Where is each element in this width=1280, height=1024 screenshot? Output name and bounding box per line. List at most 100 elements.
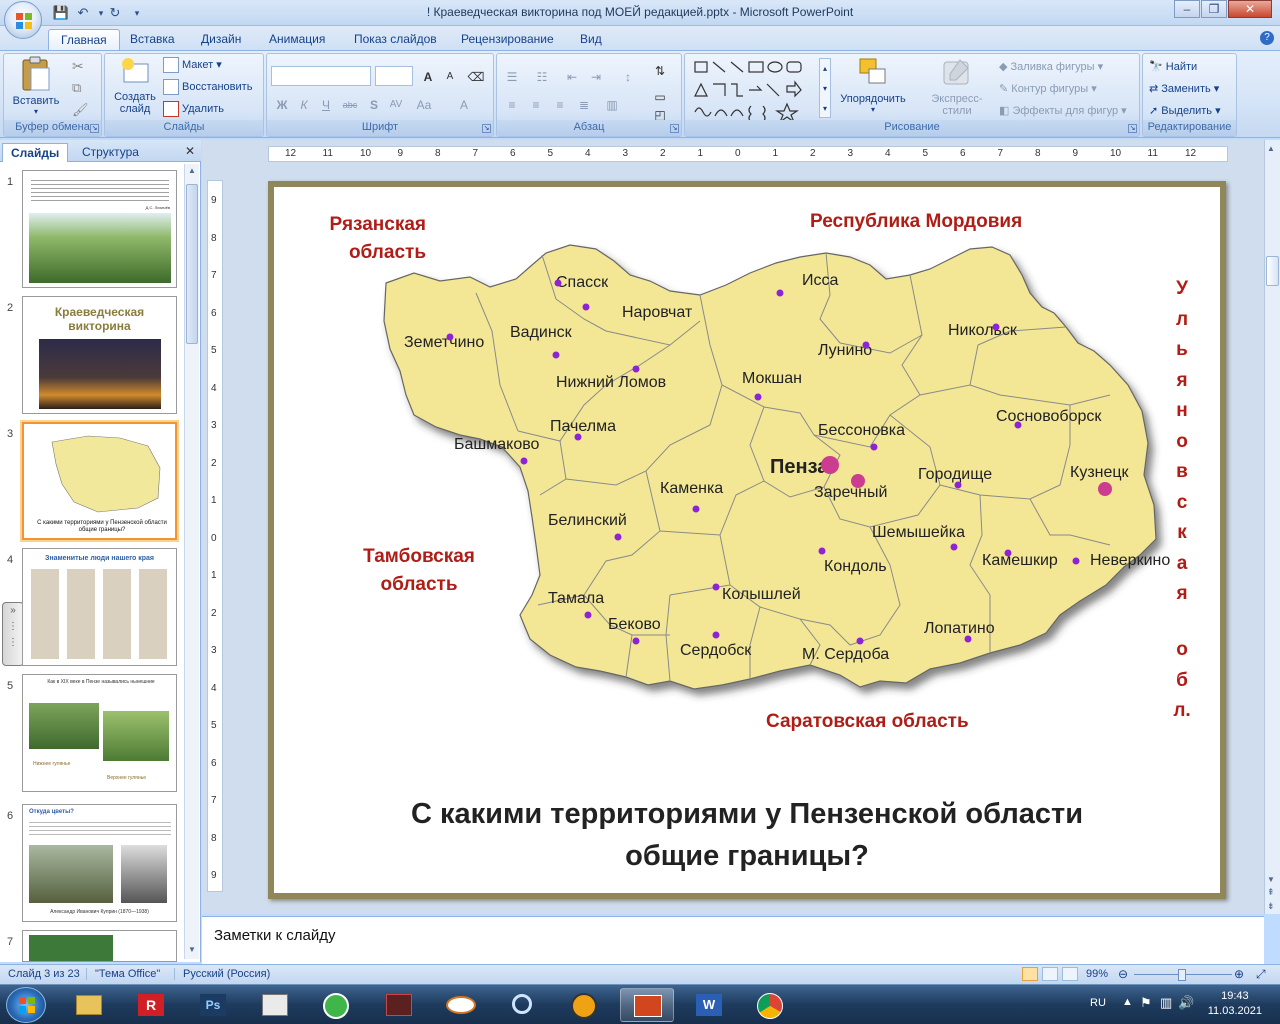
scroll-thumb[interactable] [186,184,198,344]
slide-sorter-icon[interactable] [1042,967,1058,981]
arrange-button[interactable]: Упорядочить ▾ [833,56,913,114]
slide-thumbnail-6[interactable]: Откуда цветы? Александр Иванович Куприн … [22,804,177,922]
columns-icon[interactable]: ▥ [601,94,623,114]
zoom-slider-thumb[interactable] [1178,969,1186,981]
find-button[interactable]: 🔭 Найти [1149,58,1197,77]
align-center-icon[interactable]: ≡ [525,94,547,114]
zoom-in-icon[interactable]: ⊕ [1234,967,1244,981]
slide-thumbnail-3[interactable]: С какими территориями у Пензенской облас… [22,422,177,540]
undo-icon[interactable]: ↶ [74,4,92,22]
bold-button[interactable]: Ж [271,94,293,114]
scroll-up-icon[interactable]: ▲ [1267,144,1275,153]
tab-view[interactable]: Вид [568,29,614,50]
zoom-out-icon[interactable]: ⊖ [1118,967,1128,981]
slide-scrollbar[interactable]: ▲ ▼ ⇞ ⇟ [1264,140,1280,914]
shape-fill-button[interactable]: ◆ Заливка фигуры ▾ [999,58,1103,77]
align-text-icon[interactable]: ▭ [649,86,671,106]
customize-toolbar-icon[interactable]: ▾ [128,4,146,22]
increase-indent-icon[interactable]: ⇥ [585,66,607,86]
thumbnails-scrollbar[interactable]: ▲ ▼ [184,164,199,959]
shapes-scroll[interactable]: ▴ ▾ ▾ [819,58,831,118]
tab-animation[interactable]: Анимация [257,29,337,50]
clipboard-launcher-icon[interactable]: ↘ [90,124,99,133]
language-indicator[interactable]: Русский (Россия) [174,968,270,980]
eye-taskbar-icon[interactable] [434,988,488,1022]
tab-design[interactable]: Дизайн [189,29,253,50]
close-button[interactable]: ✕ [1228,0,1272,18]
font-size-combo[interactable] [375,66,413,86]
new-slide-button[interactable]: Создать слайд [109,56,161,122]
explorer-taskbar-icon[interactable] [62,988,116,1022]
restore-button[interactable]: ❐ [1201,0,1227,18]
tab-slideshow[interactable]: Показ слайдов [342,29,449,50]
slide-thumbnail-4[interactable]: Знаменитые люди нашего края [22,548,177,666]
clear-format-icon[interactable]: ⌫ [465,66,487,86]
shapes-gallery-icon[interactable] [691,58,819,120]
font-launcher-icon[interactable]: ↘ [482,124,491,133]
cut-icon[interactable]: ✂ [72,58,84,75]
slide-canvas[interactable]: Рязанская область Республика Мордовия Та… [268,181,1226,899]
video-taskbar-icon[interactable] [372,988,426,1022]
office-button[interactable] [4,1,42,39]
tab-slides[interactable]: Слайды [2,143,69,162]
spacing-button[interactable]: AV [385,94,407,114]
strikethrough-button[interactable]: abc [339,94,361,114]
powerpoint-taskbar-icon[interactable] [620,988,674,1022]
normal-view-icon[interactable] [1022,967,1038,981]
clock[interactable]: 19:43 11.03.2021 [1208,989,1262,1019]
quick-styles-button[interactable]: Экспресс-стили [917,56,997,117]
help-icon[interactable]: ? [1260,31,1274,45]
line-spacing-icon[interactable]: ↕ [617,66,639,86]
start-button[interactable] [6,987,46,1023]
media-taskbar-icon[interactable] [310,988,364,1022]
justify-icon[interactable]: ≣ [573,94,595,114]
align-left-icon[interactable]: ≡ [501,94,523,114]
notes-placeholder[interactable]: Заметки к слайду [214,927,336,944]
scroll-down-icon[interactable]: ▼ [1267,875,1275,884]
numbering-icon[interactable]: ☷ [531,66,553,86]
volume-icon[interactable]: 🔊 [1178,995,1194,1011]
theme-name[interactable]: "Тема Office" [86,968,160,980]
slide-thumbnail-1[interactable]: Д.С. Лихачёв [22,170,177,288]
tray-flag-icon[interactable]: ⚑ [1140,995,1152,1011]
tab-review[interactable]: Рецензирование [449,29,566,50]
scroll-thumb[interactable] [1266,256,1279,286]
minimize-button[interactable]: – [1174,0,1200,18]
replace-button[interactable]: ⇄ Заменить ▾ [1149,80,1219,99]
photoshop-taskbar-icon[interactable]: Ps [186,988,240,1022]
slide-thumbnail-7[interactable] [22,930,177,962]
tab-home[interactable]: Главная [48,29,120,50]
tab-outline[interactable]: Структура [74,143,147,162]
format-painter-icon[interactable]: 🖌 [72,102,89,118]
change-case-button[interactable]: Aa [413,94,435,114]
search-app-taskbar-icon[interactable] [496,988,550,1022]
reset-button[interactable]: Восстановить [163,78,252,97]
shape-outline-button[interactable]: ✎ Контур фигуры ▾ [999,80,1097,99]
word-taskbar-icon[interactable]: W [682,988,736,1022]
previous-slide-icon[interactable]: ⇞ [1267,887,1275,898]
font-family-combo[interactable] [271,66,371,86]
grow-font-button[interactable]: A [417,66,439,86]
drawing-launcher-icon[interactable]: ↘ [1128,124,1137,133]
aimp-taskbar-icon[interactable] [558,988,612,1022]
tray-expand-icon[interactable]: ▲ [1122,996,1133,1008]
underline-button[interactable]: Ч [315,94,337,114]
paragraph-launcher-icon[interactable]: ↘ [670,124,679,133]
network-icon[interactable]: ▥ [1160,995,1172,1011]
bullets-icon[interactable]: ☰ [501,66,523,86]
slideshow-view-icon[interactable] [1062,967,1078,981]
decrease-indent-icon[interactable]: ⇤ [561,66,583,86]
scroll-down-icon[interactable]: ▼ [186,945,198,957]
slide-thumbnail-2[interactable]: Краеведческая викторина [22,296,177,414]
redo-icon[interactable]: ↻ [106,4,124,22]
shrink-font-button[interactable]: A [439,66,461,86]
shadow-button[interactable]: S [363,94,385,114]
chrome-taskbar-icon[interactable] [744,988,798,1022]
paste-button[interactable]: Вставить ▾ [10,56,62,118]
editor-taskbar-icon[interactable] [248,988,302,1022]
app-red-taskbar-icon[interactable]: R [124,988,178,1022]
tab-insert[interactable]: Вставка [118,29,187,50]
font-color-button[interactable]: A [453,94,475,114]
save-icon[interactable]: 💾 [52,4,70,22]
italic-button[interactable]: К [293,94,315,114]
